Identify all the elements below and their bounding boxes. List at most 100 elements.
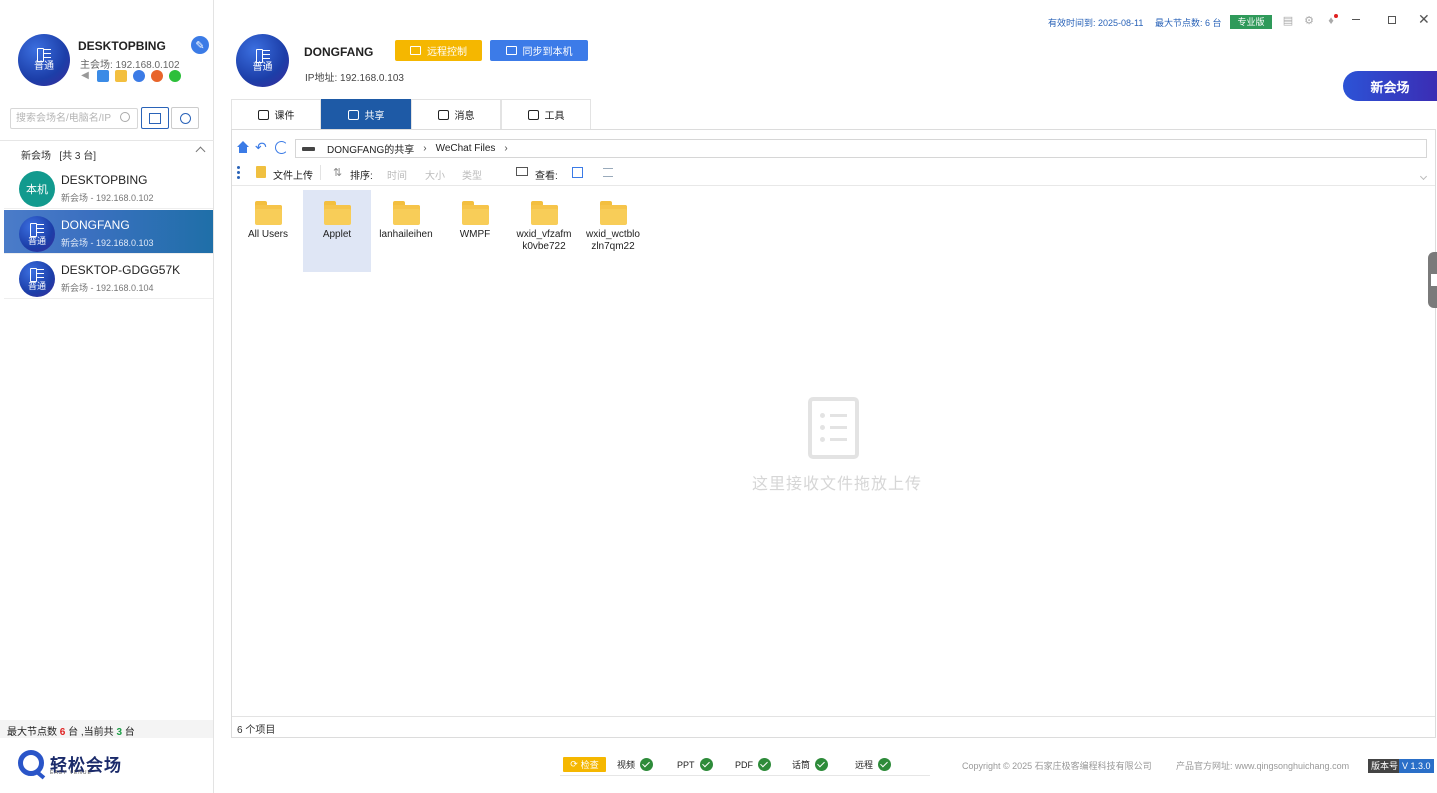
- host-avatar: 普通: [236, 34, 289, 87]
- upload-icon[interactable]: [256, 166, 266, 178]
- check-status-pdf: PDF: [735, 758, 771, 771]
- folder-icon[interactable]: [115, 70, 127, 82]
- tab-tools[interactable]: 工具: [501, 99, 591, 129]
- check-button[interactable]: ⟳ 检查: [563, 757, 606, 772]
- document-icon[interactable]: ▤: [1281, 14, 1295, 28]
- device-name: DONGFANG: [61, 218, 130, 232]
- browser-icon[interactable]: [133, 70, 145, 82]
- limit-mid: 台 ,当前共: [65, 727, 117, 738]
- explorer-toolbar: [232, 162, 1435, 186]
- folder-name: lanhaileihen: [379, 229, 433, 240]
- search-input[interactable]: [10, 108, 138, 129]
- folder-item[interactable]: WMPF: [441, 190, 509, 272]
- list-view-icon[interactable]: [603, 168, 613, 177]
- remote-icon[interactable]: [97, 70, 109, 82]
- my-avatar: 普通: [18, 34, 70, 86]
- status-divider: [232, 716, 1435, 717]
- new-venue-button[interactable]: 新会场: [1343, 71, 1437, 101]
- more-menu-icon[interactable]: [237, 166, 240, 180]
- official-site[interactable]: 产品官方网址: www.qingsonghuichang.com: [1176, 759, 1349, 772]
- folder-item[interactable]: wxid_wctblozln7qm22: [579, 190, 647, 272]
- toolbar-divider: [320, 165, 321, 180]
- avatar-label: 普通: [34, 61, 54, 72]
- path-bar[interactable]: DONGFANG的共享 › WeChat Files ›: [295, 139, 1427, 158]
- check-label: 检查: [580, 760, 599, 770]
- edit-icon[interactable]: ✎: [191, 36, 209, 54]
- remote-control-button[interactable]: 远程控制: [395, 40, 482, 61]
- device-name: DESKTOPBING: [61, 173, 148, 187]
- search-icon[interactable]: [120, 112, 130, 122]
- check-ok-icon: [640, 758, 654, 771]
- my-computer-name: DESKTOPBING: [78, 39, 166, 53]
- refresh-icon[interactable]: [275, 141, 288, 154]
- folder-item[interactable]: Applet: [303, 190, 371, 272]
- upload-button[interactable]: 文件上传: [273, 167, 313, 182]
- grid-icon: [37, 48, 51, 62]
- tab-messages[interactable]: 消息: [411, 99, 501, 129]
- monitor-icon: [410, 46, 421, 55]
- firefox-icon[interactable]: [151, 70, 163, 82]
- back-icon[interactable]: ↶: [255, 140, 269, 154]
- display-icon: [516, 167, 528, 176]
- path-segment[interactable]: WeChat Files: [436, 143, 496, 154]
- grid-view-icon[interactable]: [572, 167, 583, 178]
- check-label: 话筒: [792, 760, 811, 770]
- host-ip: IP地址: 192.168.0.103: [305, 73, 404, 84]
- sort-icon: ⇅: [333, 167, 343, 179]
- check-status-remote: 远程: [855, 758, 892, 771]
- check-label: 远程: [855, 760, 874, 770]
- device-item[interactable]: 本机 DESKTOPBING 新会场 - 192.168.0.102: [4, 165, 213, 209]
- limit-prefix: 最大节点数: [7, 727, 60, 738]
- folder-icon: [255, 201, 282, 225]
- check-status-video: 视频: [617, 758, 654, 771]
- device-item[interactable]: 普通 DONGFANG 新会场 - 192.168.0.103: [4, 210, 213, 254]
- courseware-icon: [257, 109, 269, 120]
- version-value: V 1.3.0: [1399, 759, 1434, 773]
- speaker-icon[interactable]: ◀: [79, 70, 91, 82]
- expiry-date: 有效时间到: 2025-08-11: [1048, 18, 1144, 28]
- tab-label: 课件: [274, 111, 295, 122]
- sync-to-local-button[interactable]: 同步到本机: [490, 40, 588, 61]
- status-icons: ◀: [79, 70, 181, 82]
- drop-zone-icon: [808, 397, 859, 459]
- device-name: DESKTOP-GDGG57K: [61, 263, 181, 277]
- history-button[interactable]: [171, 107, 199, 129]
- group-label: 新会场 [共 3 台]: [21, 151, 97, 162]
- check-label: 视频: [617, 760, 636, 770]
- drive-icon: [302, 146, 315, 151]
- check-ok-icon: [815, 758, 829, 771]
- avatar-label: 普通: [27, 235, 46, 246]
- device-item[interactable]: 普通 DESKTOP-GDGG57K 新会场 - 192.168.0.104: [4, 255, 213, 299]
- list-view-icon: [149, 112, 161, 124]
- folder-item[interactable]: All Users: [234, 190, 302, 272]
- tab-label: 消息: [454, 111, 475, 122]
- check-label: PPT: [677, 759, 695, 770]
- side-drawer-handle[interactable]: [1428, 252, 1437, 308]
- maximize-button[interactable]: [1385, 12, 1399, 26]
- path-segment[interactable]: DONGFANG的共享: [327, 141, 414, 156]
- limit-suffix: 台: [122, 727, 135, 738]
- copyright: Copyright © 2025 石家庄极客编程科技有限公司: [962, 761, 1152, 771]
- tab-courseware[interactable]: 课件: [231, 99, 321, 129]
- sort-by-type[interactable]: 类型: [462, 167, 482, 182]
- sort-by-time[interactable]: 时间: [387, 167, 407, 182]
- grid-icon: [30, 222, 44, 237]
- wechat-icon[interactable]: [169, 70, 181, 82]
- gear-icon[interactable]: ⚙: [1302, 14, 1316, 28]
- notification-icon[interactable]: ♦: [1324, 14, 1338, 28]
- close-icon[interactable]: ✕: [1418, 11, 1430, 28]
- sync-icon: [505, 46, 517, 55]
- sync-label: 同步到本机: [522, 47, 573, 58]
- folder-icon: [462, 201, 489, 225]
- layout-toggle-button[interactable]: [141, 107, 169, 129]
- folder-item[interactable]: lanhaileihen: [372, 190, 440, 272]
- tab-label: 共享: [364, 111, 385, 122]
- minimize-button[interactable]: [1350, 12, 1364, 26]
- folder-item[interactable]: wxid_vfzafmk0vbe722: [510, 190, 578, 272]
- home-icon[interactable]: [237, 141, 249, 153]
- sort-by-size[interactable]: 大小: [425, 167, 445, 182]
- tab-share[interactable]: 共享: [321, 99, 411, 129]
- host-name: DONGFANG: [304, 45, 374, 59]
- check-ok-icon: [878, 758, 892, 771]
- folder-icon: [393, 201, 420, 225]
